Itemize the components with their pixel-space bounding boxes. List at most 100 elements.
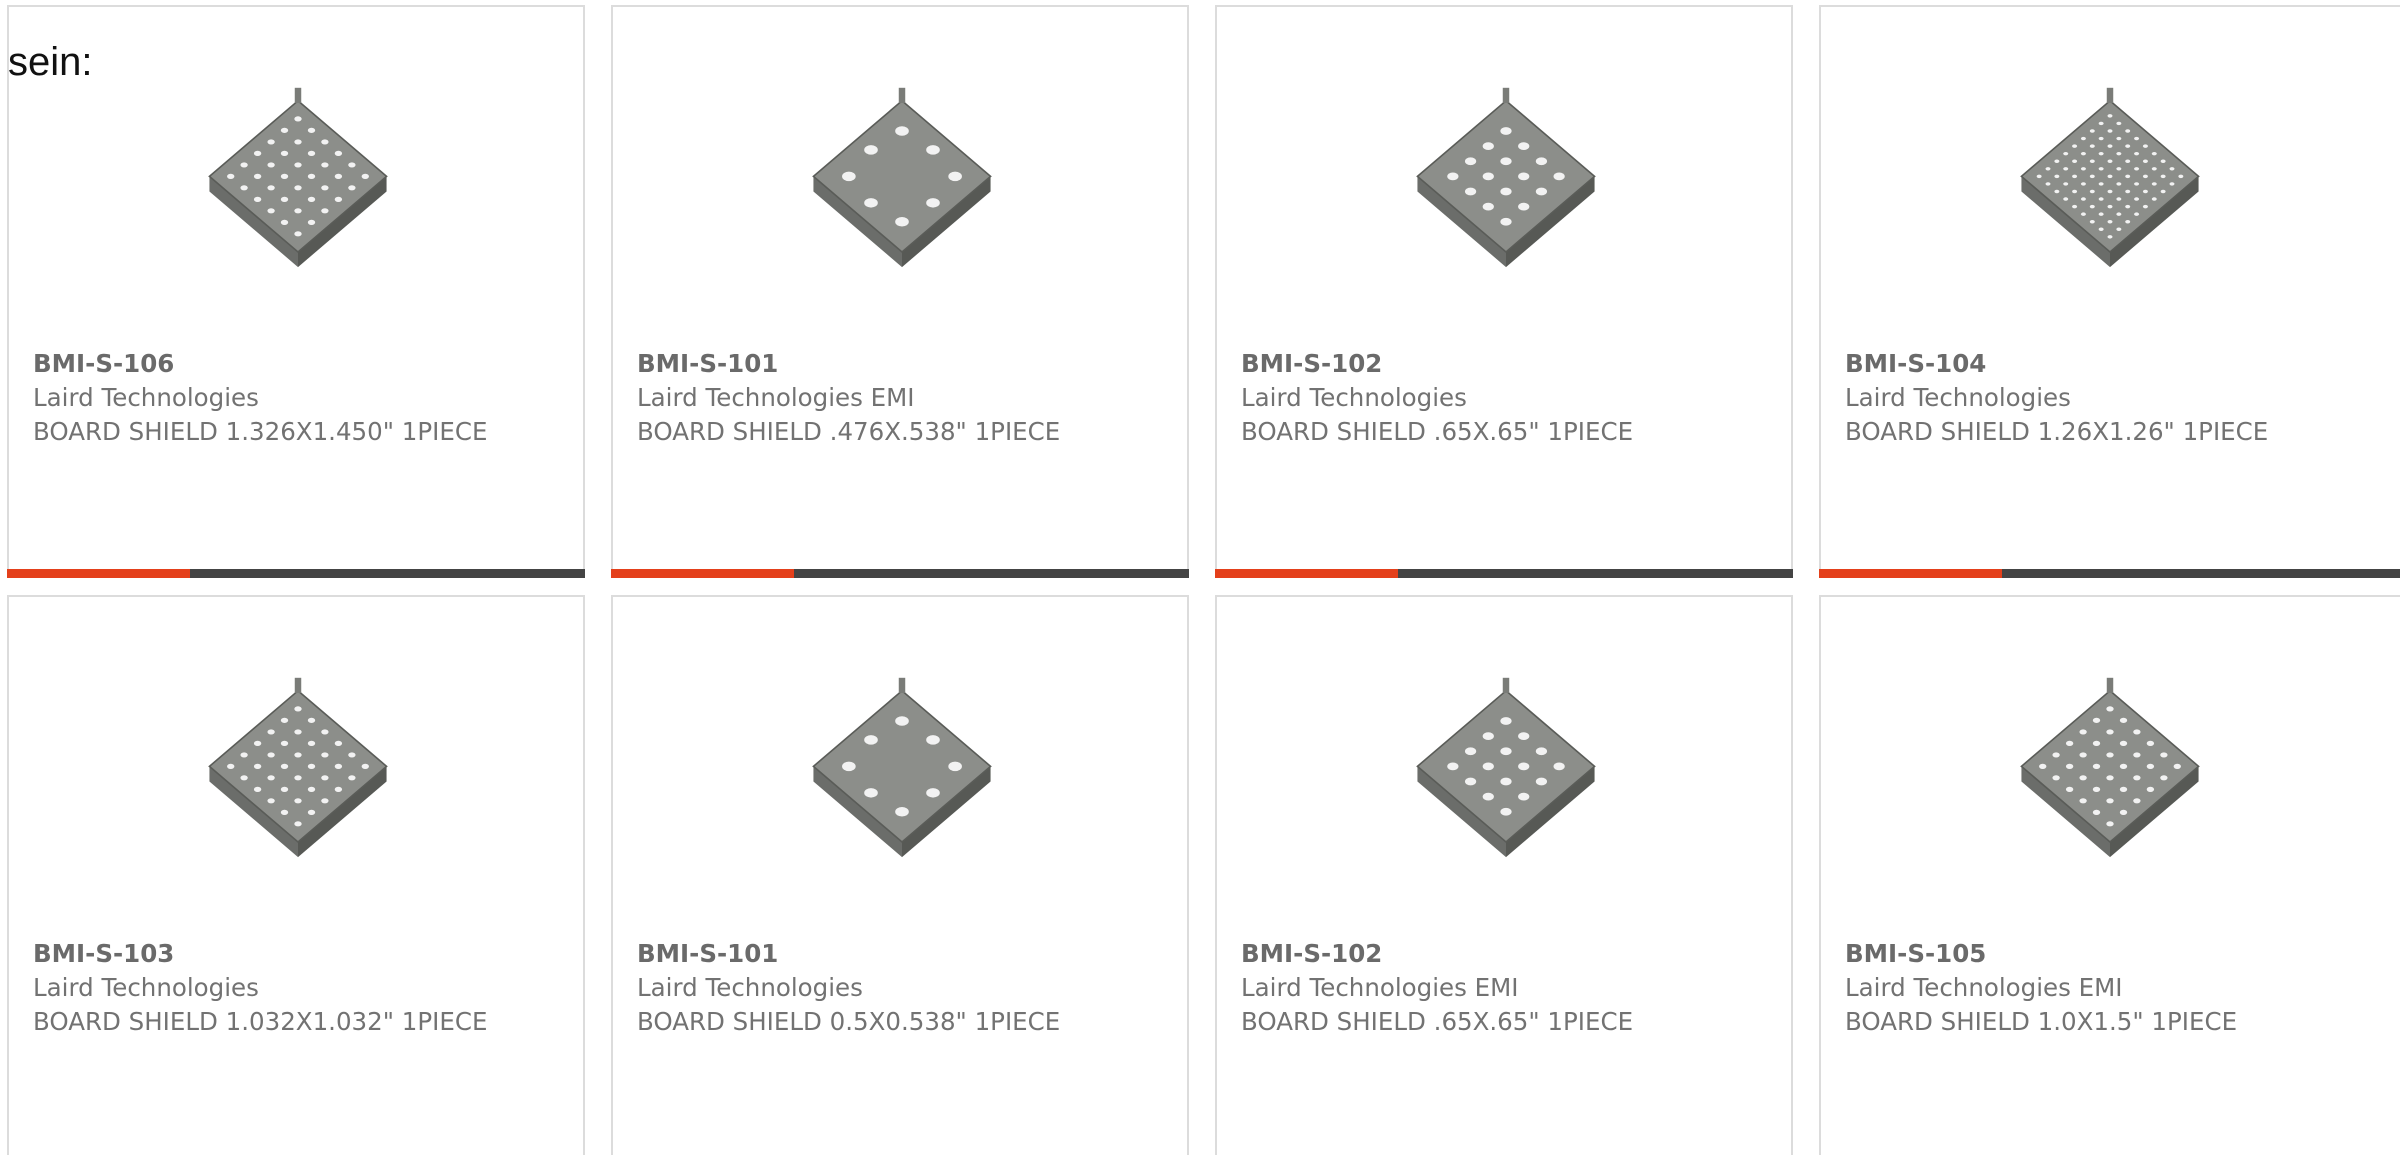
vent-hole <box>2065 763 2074 769</box>
vent-hole <box>2106 821 2114 827</box>
vent-hole <box>2119 763 2128 769</box>
vent-hole <box>2098 197 2104 201</box>
vent-hole <box>2098 212 2104 216</box>
vent-hole <box>1518 142 1530 151</box>
vent-hole <box>2116 121 2122 126</box>
vent-hole <box>2116 227 2122 232</box>
part-number[interactable]: BMI-S-105 <box>1845 937 2376 971</box>
product-thumbnail[interactable] <box>9 7 583 297</box>
shield-top-face <box>2020 689 2200 844</box>
vent-hole <box>267 139 275 145</box>
card-footer-bar <box>7 569 585 578</box>
vent-hole <box>227 173 235 179</box>
product-thumbnail[interactable] <box>613 597 1187 887</box>
shield-tab <box>2106 677 2114 693</box>
product-thumbnail[interactable] <box>1217 597 1791 887</box>
manufacturer: Laird Technologies EMI <box>637 383 915 412</box>
vent-hole <box>307 127 316 133</box>
vent-hole <box>294 821 302 827</box>
product-thumbnail[interactable] <box>9 597 583 887</box>
shield-top-face <box>812 689 992 844</box>
vent-hole <box>2072 189 2078 194</box>
vent-hole <box>2045 167 2051 171</box>
vent-hole <box>321 162 329 168</box>
vent-hole <box>2173 763 2181 769</box>
vent-hole <box>2080 182 2086 186</box>
manufacturer: Laird Technologies <box>33 973 259 1002</box>
product-thumbnail[interactable] <box>613 7 1187 297</box>
description: BOARD SHIELD 1.26X1.26" 1PIECE <box>1845 417 2269 446</box>
vent-hole <box>253 786 262 792</box>
vent-hole <box>2065 786 2074 792</box>
vent-hole <box>1482 762 1494 771</box>
vent-hole <box>1518 172 1530 181</box>
vent-hole <box>2119 717 2128 723</box>
vent-hole <box>2065 740 2074 746</box>
product-card[interactable]: BMI-S-102 Laird Technologies BOARD SHIEL… <box>1215 5 1793 578</box>
vent-hole <box>1500 747 1512 756</box>
vent-hole <box>2054 189 2060 194</box>
vent-hole <box>2146 763 2155 769</box>
vent-hole <box>253 763 262 769</box>
vent-hole <box>2107 114 2113 118</box>
vent-hole <box>2079 775 2087 781</box>
vent-hole <box>334 196 343 202</box>
product-card[interactable]: BMI-S-103 Laird Technologies BOARD SHIEL… <box>7 595 585 1155</box>
vent-hole <box>1482 142 1494 151</box>
product-card[interactable]: BMI-S-101 Laird Technologies EMI BOARD S… <box>611 5 1189 578</box>
vent-hole <box>294 752 302 758</box>
vent-hole <box>240 162 248 168</box>
vent-hole <box>2151 151 2157 156</box>
vent-hole <box>321 208 329 214</box>
product-card[interactable]: BMI-S-106 Laird Technologies BOARD SHIEL… <box>7 5 585 578</box>
card-accent <box>611 569 794 578</box>
part-number[interactable]: BMI-S-104 <box>1845 347 2376 381</box>
vent-hole <box>2125 159 2131 163</box>
product-thumbnail[interactable] <box>1217 7 1791 297</box>
vent-hole <box>2151 167 2157 171</box>
part-number[interactable]: BMI-S-102 <box>1241 937 1767 971</box>
vent-hole <box>267 185 275 191</box>
vent-hole <box>2098 227 2104 232</box>
part-number[interactable]: BMI-S-102 <box>1241 347 1767 381</box>
product-card[interactable]: BMI-S-102 Laird Technologies EMI BOARD S… <box>1215 595 1793 1155</box>
product-info: BMI-S-101 Laird Technologies EMI BOARD S… <box>637 347 1163 449</box>
vent-hole <box>2072 144 2078 148</box>
description: BOARD SHIELD 0.5X0.538" 1PIECE <box>637 1007 1061 1036</box>
part-number[interactable]: BMI-S-101 <box>637 937 1163 971</box>
product-thumbnail[interactable] <box>1821 597 2400 887</box>
vent-hole <box>348 185 356 191</box>
shield-top-face <box>208 99 388 254</box>
card-footer-bar <box>1215 569 1793 578</box>
product-card[interactable]: BMI-S-105 Laird Technologies EMI BOARD S… <box>1819 595 2400 1155</box>
vent-hole <box>321 729 329 735</box>
description: BOARD SHIELD .65X.65" 1PIECE <box>1241 417 1634 446</box>
vent-hole <box>253 740 262 746</box>
manufacturer: Laird Technologies <box>1845 383 2071 412</box>
product-thumbnail[interactable] <box>1821 7 2400 297</box>
vent-hole <box>2134 167 2140 171</box>
vent-hole <box>280 173 289 179</box>
product-card[interactable]: BMI-S-101 Laird Technologies BOARD SHIEL… <box>611 595 1189 1155</box>
vent-hole <box>267 208 275 214</box>
vent-hole <box>926 735 940 745</box>
vent-hole <box>1482 732 1494 741</box>
vent-hole <box>361 763 369 769</box>
vent-hole <box>2169 167 2175 171</box>
part-number[interactable]: BMI-S-106 <box>33 347 559 381</box>
vent-hole <box>348 775 356 781</box>
vent-hole <box>2098 151 2104 156</box>
vent-hole <box>2072 174 2078 179</box>
part-number[interactable]: BMI-S-101 <box>637 347 1163 381</box>
vent-hole <box>2134 182 2140 186</box>
product-info: BMI-S-105 Laird Technologies EMI BOARD S… <box>1845 937 2376 1039</box>
part-number[interactable]: BMI-S-103 <box>33 937 559 971</box>
vent-hole <box>2146 786 2155 792</box>
product-card[interactable]: BMI-S-104 Laird Technologies BOARD SHIEL… <box>1819 5 2400 578</box>
vent-hole <box>2098 121 2104 126</box>
vent-hole <box>2079 729 2087 735</box>
vent-hole <box>2063 151 2069 156</box>
vent-hole <box>227 763 235 769</box>
vent-hole <box>864 788 878 798</box>
vent-hole <box>2134 136 2140 141</box>
